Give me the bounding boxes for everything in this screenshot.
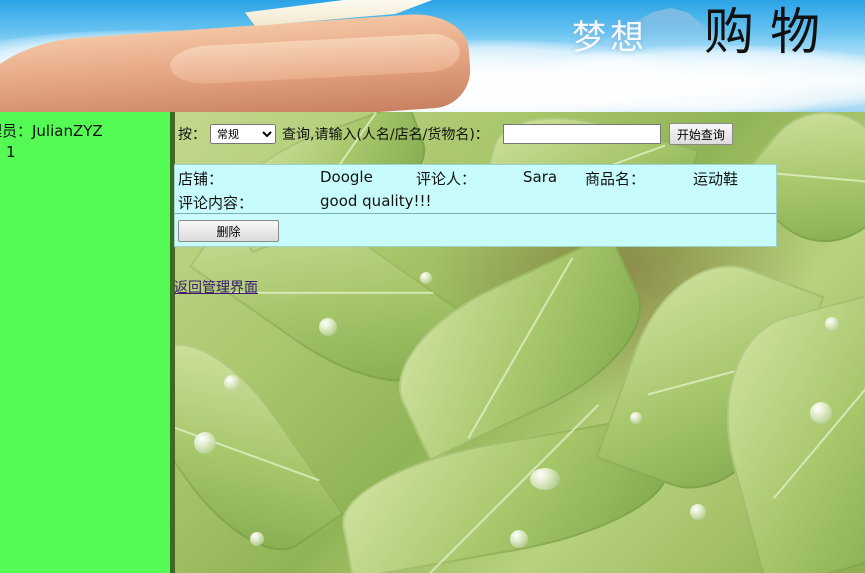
sidebar: 理员：JulianZYZ 1 <box>0 112 170 573</box>
reviewer-label: 评论人： <box>416 170 477 188</box>
search-button[interactable]: 开始查询 <box>668 123 733 145</box>
search-bar: 按： 常规 查询,请输入(人名/店名/货物名)： 开始查询 <box>178 122 733 146</box>
back-to-admin-link[interactable]: 返回管理界面 <box>174 277 258 297</box>
reviewer-value: Sara <box>523 168 558 186</box>
review-divider <box>175 213 776 214</box>
search-by-label: 按： <box>178 127 206 143</box>
review-card: 店铺： Doogle 评论人： Sara 商品名： 运动鞋 评论内容： good… <box>174 164 777 247</box>
admin-count: 1 <box>6 143 16 161</box>
banner-title-light: 梦想 <box>572 18 648 58</box>
delete-button[interactable]: 删除 <box>178 220 279 242</box>
banner-title-dark: 购物 <box>704 3 836 61</box>
shop-label: 店铺： <box>178 170 224 188</box>
header-banner: 梦想 购物 <box>0 0 865 112</box>
search-mode-select[interactable]: 常规 <box>210 124 276 144</box>
content-label: 评论内容： <box>178 194 254 212</box>
content-value: good quality!!! <box>320 192 432 210</box>
admin-name: 理员：JulianZYZ <box>0 122 103 140</box>
search-input[interactable] <box>502 124 661 144</box>
shop-value: Doogle <box>320 168 373 186</box>
product-label: 商品名： <box>585 170 646 188</box>
main-content: 按： 常规 查询,请输入(人名/店名/货物名)： 开始查询 店铺： Doogle… <box>170 112 865 573</box>
product-value: 运动鞋 <box>693 170 739 188</box>
search-prompt: 查询,请输入(人名/店名/货物名)： <box>282 127 489 143</box>
